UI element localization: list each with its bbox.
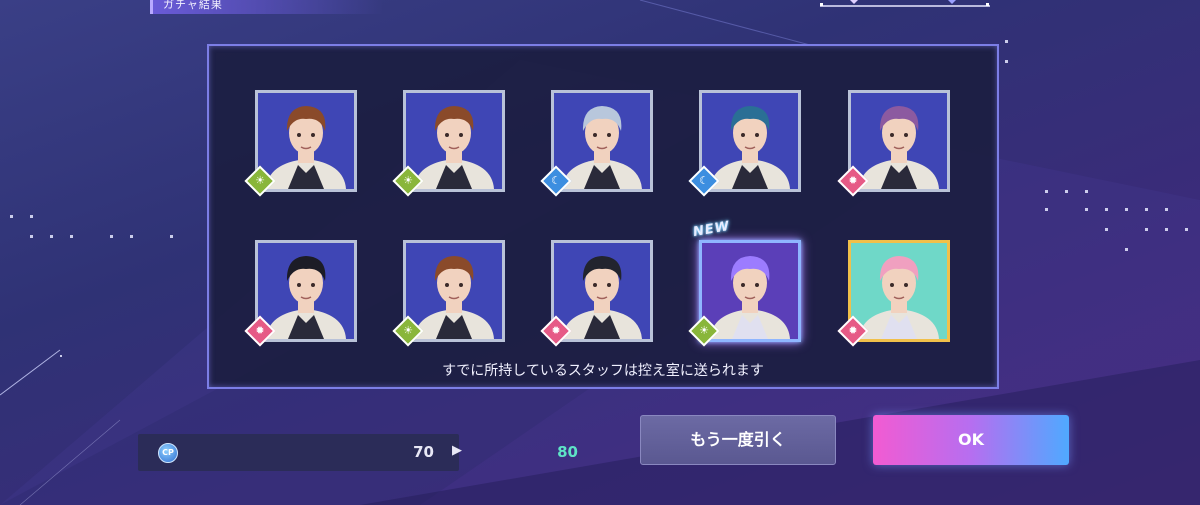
top-decoration — [820, 0, 990, 7]
element-glyph: ✹ — [255, 324, 265, 337]
header-title-tab: ガチャ結果 — [150, 0, 383, 14]
cp-icon: CP — [158, 443, 178, 463]
character-portrait — [554, 243, 650, 339]
element-glyph: ✹ — [551, 324, 561, 337]
character-portrait — [406, 243, 502, 339]
character-portrait — [554, 93, 650, 189]
element-glyph: ☾ — [699, 174, 709, 187]
character-portrait — [258, 93, 354, 189]
arrow-right-icon: ▶ — [452, 443, 462, 458]
character-portrait — [851, 243, 947, 339]
header-title: ガチャ結果 — [163, 0, 223, 11]
notice-text: すでに所持しているスタッフは控え室に送られます — [442, 363, 764, 379]
element-glyph: ☀ — [403, 324, 413, 337]
character-portrait — [702, 93, 798, 189]
element-glyph: ✹ — [848, 324, 858, 337]
new-label: NEW — [691, 218, 732, 241]
character-portrait — [406, 93, 502, 189]
element-glyph: ☾ — [551, 174, 561, 187]
element-glyph: ☀ — [255, 174, 265, 187]
cp-new-value: 80 — [557, 443, 578, 461]
character-portrait — [702, 243, 798, 339]
draw-again-button[interactable]: もう一度引く — [640, 415, 836, 465]
gacha-result-panel: ☀ ☀ ☾ ☾ ✹ ✹ ☀ ✹ ☀ ✹ NEW すでに所持しているスタッフは控え室に送られます — [207, 44, 999, 389]
character-portrait — [258, 243, 354, 339]
cp-progress-bar: CP 70 ▶ 80 — [138, 434, 578, 471]
element-glyph: ☀ — [699, 324, 709, 337]
character-portrait — [851, 93, 947, 189]
cp-current-value: 70 — [413, 443, 434, 461]
element-glyph: ✹ — [848, 174, 858, 187]
ok-button[interactable]: OK — [873, 415, 1069, 465]
element-glyph: ☀ — [403, 174, 413, 187]
